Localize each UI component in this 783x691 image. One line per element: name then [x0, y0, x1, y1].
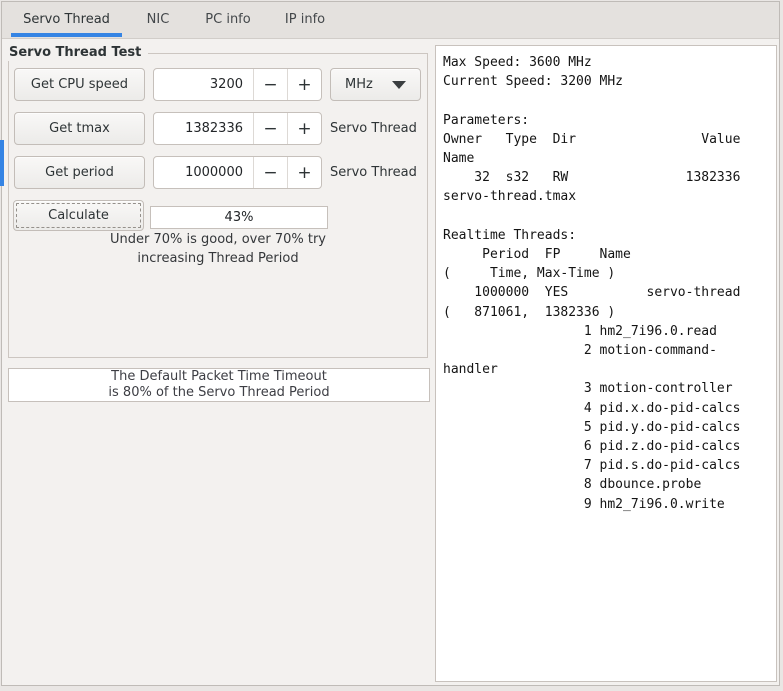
output-textview[interactable]: Max Speed: 3600 MHz Current Speed: 3200 …	[435, 45, 777, 682]
get-cpu-speed-button[interactable]: Get CPU speed	[14, 68, 145, 101]
scroll-indicator-bar	[0, 140, 4, 186]
spin-increment-button[interactable]: +	[287, 113, 321, 144]
tab-ip-info[interactable]: IP info	[268, 4, 342, 34]
result-entry[interactable]: 43%	[150, 206, 328, 229]
tmax-thread-label: Servo Thread	[330, 121, 417, 136]
cpu-speed-value[interactable]: 3200	[154, 69, 253, 100]
period-thread-label: Servo Thread	[330, 165, 417, 180]
spin-decrement-button[interactable]: −	[253, 157, 287, 188]
get-tmax-button[interactable]: Get tmax	[14, 112, 145, 145]
period-spinbutton: 1000000 − +	[153, 156, 322, 189]
note-line1: The Default Packet Time Timeout	[111, 369, 327, 384]
calculate-button[interactable]: Calculate	[13, 200, 144, 231]
period-value[interactable]: 1000000	[154, 157, 253, 188]
unit-dropdown-value: MHz	[345, 77, 373, 92]
active-tab-indicator	[11, 33, 122, 37]
spin-decrement-button[interactable]: −	[253, 69, 287, 100]
hint-text-line2: increasing Thread Period	[137, 251, 299, 266]
hint-text-line1: Under 70% is good, over 70% try	[110, 232, 326, 247]
output-text: Max Speed: 3600 MHz Current Speed: 3200 …	[443, 55, 741, 512]
tmax-spinbutton: 1382336 − +	[153, 112, 322, 145]
frame-title: Servo Thread Test	[8, 45, 149, 61]
mesa-configuration-window: Servo Thread NIC PC info IP info Servo T…	[0, 0, 783, 691]
spin-increment-button[interactable]: +	[287, 157, 321, 188]
tab-nic[interactable]: NIC	[127, 4, 189, 34]
tab-pc-info[interactable]: PC info	[193, 4, 263, 34]
tab-servo-thread[interactable]: Servo Thread	[11, 4, 122, 34]
spin-decrement-button[interactable]: −	[253, 113, 287, 144]
packet-timeout-note: The Default Packet Time Timeout is 80% o…	[8, 368, 430, 402]
cpu-speed-spinbutton: 3200 − +	[153, 68, 322, 101]
get-period-button[interactable]: Get period	[14, 156, 145, 189]
unit-dropdown[interactable]: MHz	[330, 68, 421, 101]
tmax-value[interactable]: 1382336	[154, 113, 253, 144]
spin-increment-button[interactable]: +	[287, 69, 321, 100]
dropdown-arrow-icon	[392, 80, 406, 89]
note-line2: is 80% of the Servo Thread Period	[108, 385, 330, 400]
